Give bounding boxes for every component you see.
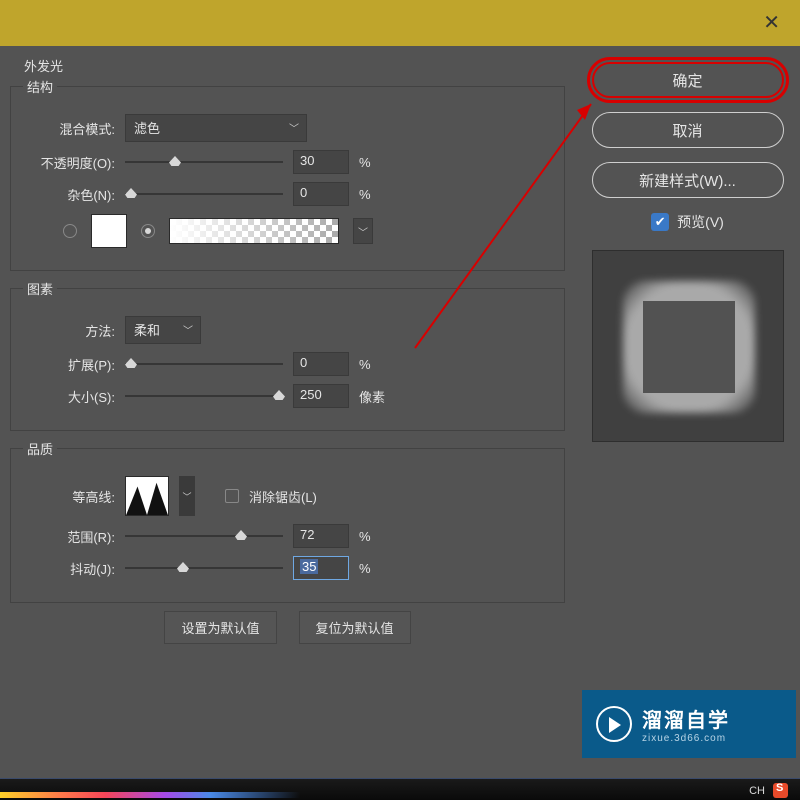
taskbar: CH — [0, 778, 800, 800]
jitter-label: 抖动(J): — [23, 559, 115, 578]
size-label: 大小(S): — [23, 387, 115, 406]
opacity-slider[interactable] — [125, 153, 283, 171]
set-default-button[interactable]: 设置为默认值 — [164, 611, 276, 644]
range-unit: % — [359, 529, 391, 544]
noise-slider[interactable] — [125, 185, 283, 203]
opacity-input[interactable]: 30 — [293, 150, 349, 174]
blend-mode-select[interactable]: 滤色 — [125, 114, 307, 142]
method-select[interactable]: 柔和 — [125, 316, 201, 344]
noise-unit: % — [359, 187, 391, 202]
jitter-slider[interactable] — [125, 559, 283, 577]
contour-dropdown-icon[interactable]: ﹀ — [179, 476, 195, 516]
glow-color-swatch[interactable] — [91, 214, 127, 248]
preview-checkbox[interactable]: ✔ — [651, 213, 669, 231]
opacity-unit: % — [359, 155, 391, 170]
play-icon — [596, 706, 632, 742]
new-style-button[interactable]: 新建样式(W)... — [592, 162, 784, 198]
group-quality: 品质 等高线: ﹀ 消除锯齿(L) 范围(R): 72 % — [10, 439, 565, 603]
range-label: 范围(R): — [23, 527, 115, 546]
tray-ime[interactable]: CH — [749, 785, 765, 797]
spread-unit: % — [359, 357, 391, 372]
group-elements: 图素 方法: 柔和 扩展(P): 0 % 大小(S): 250 像素 — [10, 279, 565, 431]
size-slider[interactable] — [125, 387, 283, 405]
effect-title: 外发光 — [24, 56, 565, 75]
jitter-input[interactable]: 35 — [293, 556, 349, 580]
contour-label: 等高线: — [23, 487, 115, 506]
title-bar: ✕ — [0, 0, 800, 46]
watermark-url: zixue.3d66.com — [642, 733, 730, 744]
range-slider[interactable] — [125, 527, 283, 545]
jitter-unit: % — [359, 561, 391, 576]
watermark-title: 溜溜自学 — [642, 704, 730, 733]
close-icon[interactable]: ✕ — [763, 10, 780, 35]
group-quality-legend: 品质 — [23, 439, 57, 458]
solid-color-radio[interactable] — [63, 224, 77, 238]
gradient-dropdown-icon[interactable]: ﹀ — [353, 218, 373, 244]
preview-label: 预览(V) — [677, 212, 724, 232]
gradient-swatch[interactable] — [169, 218, 339, 244]
contour-swatch[interactable] — [125, 476, 169, 516]
size-input[interactable]: 250 — [293, 384, 349, 408]
method-label: 方法: — [23, 321, 115, 340]
spread-input[interactable]: 0 — [293, 352, 349, 376]
size-unit: 像素 — [359, 387, 391, 406]
spread-label: 扩展(P): — [23, 355, 115, 374]
blend-mode-label: 混合模式: — [23, 119, 115, 138]
preview-thumbnail — [592, 250, 784, 442]
noise-input[interactable]: 0 — [293, 182, 349, 206]
ok-button[interactable]: 确定 — [592, 62, 784, 98]
group-structure-legend: 结构 — [23, 77, 57, 96]
antialias-checkbox[interactable] — [225, 489, 239, 503]
group-structure: 结构 混合模式: 滤色 不透明度(O): 30 % 杂色(N): 0 % — [10, 77, 565, 271]
reset-default-button[interactable]: 复位为默认值 — [299, 611, 411, 644]
antialias-label: 消除锯齿(L) — [249, 487, 317, 506]
watermark: 溜溜自学 zixue.3d66.com — [582, 690, 796, 758]
opacity-label: 不透明度(O): — [23, 153, 115, 172]
spread-slider[interactable] — [125, 355, 283, 373]
noise-label: 杂色(N): — [23, 185, 115, 204]
range-input[interactable]: 72 — [293, 524, 349, 548]
tray-app-icon[interactable] — [773, 783, 788, 798]
gradient-radio[interactable] — [141, 224, 155, 238]
cancel-button[interactable]: 取消 — [592, 112, 784, 148]
group-elements-legend: 图素 — [23, 279, 57, 298]
